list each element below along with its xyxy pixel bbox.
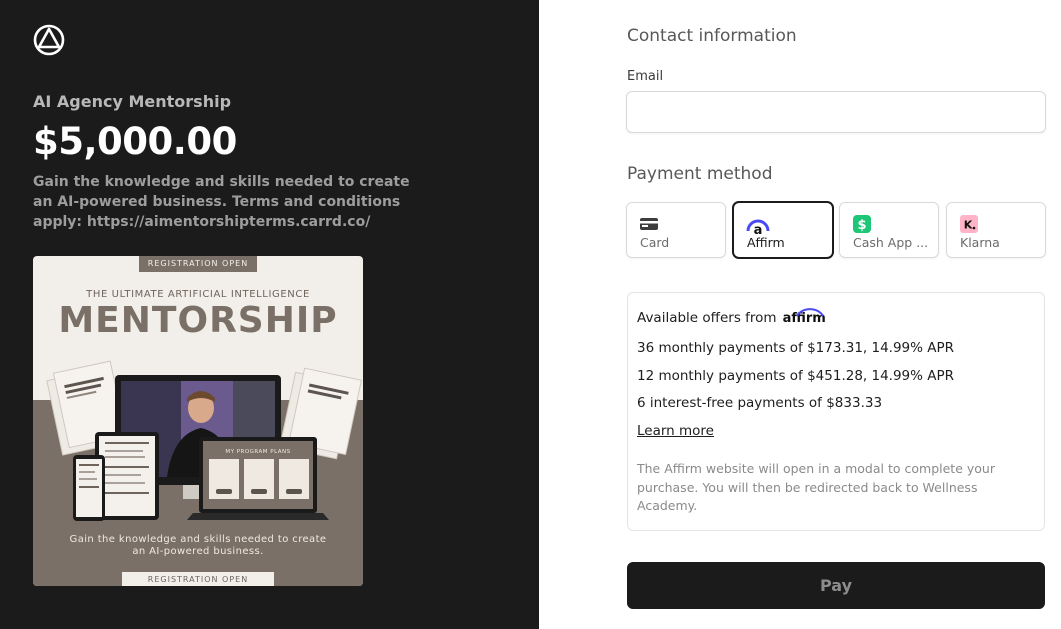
payment-tab-label: Card — [640, 235, 670, 250]
payment-tab-label: Cash App ... — [853, 235, 929, 250]
offers-intro: Available offers from — [637, 310, 777, 326]
offer-item: 12 monthly payments of $451.28, 14.99% A… — [637, 368, 955, 384]
product-summary-panel: AI Agency Mentorship $5,000.00 Gain the … — [0, 0, 539, 629]
product-description: Gain the knowledge and skills needed to … — [33, 174, 410, 230]
phone — [73, 455, 105, 521]
promo-badge-bottom: REGISTRATION OPEN — [122, 572, 274, 586]
payment-tab-card[interactable]: Card — [626, 202, 726, 258]
affirm-icon: a — [746, 219, 770, 236]
payment-tab-klarna[interactable]: K Klarna — [946, 202, 1046, 258]
klarna-icon: K — [960, 215, 978, 233]
laptop: MY PROGRAM PLANS — [187, 437, 329, 520]
email-input[interactable] — [626, 91, 1046, 133]
checkout-page: AI Agency Mentorship $5,000.00 Gain the … — [0, 0, 1061, 629]
payment-tab-cash-app[interactable]: $ Cash App ... — [839, 202, 939, 258]
payment-method-tabs: Card a Affirm $ Cash App ... K Klarna — [626, 202, 1046, 258]
offer-item: 6 interest-free payments of $833.33 — [637, 395, 883, 411]
payment-tab-affirm[interactable]: a Affirm — [733, 202, 833, 258]
laptop-screen-heading: MY PROGRAM PLANS — [225, 449, 290, 455]
checkout-form-panel: Contact information Email Payment method… — [539, 0, 1061, 629]
card-icon — [640, 218, 658, 230]
affirm-offers-panel: Available offers from affirm 36 monthly … — [627, 292, 1045, 531]
cash-app-icon: $ — [853, 215, 871, 233]
brand-logo-icon — [33, 24, 65, 56]
learn-more-link[interactable]: Learn more — [637, 423, 714, 439]
promo-caption: Gain the knowledge and skills needed to … — [69, 534, 327, 557]
svg-text:K: K — [964, 219, 973, 232]
payment-method-heading: Payment method — [627, 164, 773, 184]
product-name: AI Agency Mentorship — [33, 92, 232, 111]
svg-text:$: $ — [857, 218, 866, 233]
pay-button[interactable]: Pay — [627, 562, 1045, 609]
affirm-logo-icon: affirm — [783, 307, 826, 326]
product-price: $5,000.00 — [33, 120, 237, 163]
email-label: Email — [627, 69, 664, 84]
payment-tab-label: Klarna — [960, 235, 1000, 250]
contact-information-heading: Contact information — [627, 26, 797, 46]
offer-item: 36 monthly payments of $173.31, 14.99% A… — [637, 340, 955, 356]
offers-heading: Available offers from affirm — [637, 307, 826, 326]
payment-tab-label: Affirm — [747, 235, 785, 250]
product-image: REGISTRATION OPEN THE ULTIMATE ARTIFICIA… — [33, 256, 363, 586]
affirm-redirect-note: The Affirm website will open in a modal … — [637, 461, 995, 513]
